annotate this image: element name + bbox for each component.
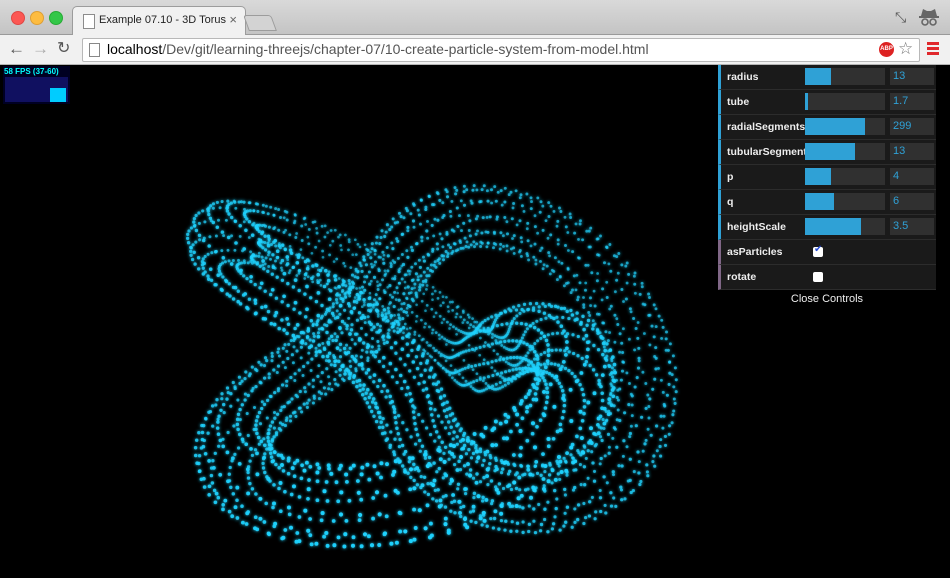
close-controls-button[interactable]: Close Controls [718, 290, 936, 310]
browser-tab[interactable]: Example 07.10 - 3D Torus × [72, 6, 246, 35]
radialsegments-slider[interactable] [805, 118, 885, 135]
control-row-asparticles: asParticles [718, 240, 936, 265]
radius-slider[interactable] [805, 68, 885, 85]
control-label: rotate [727, 271, 757, 283]
incognito-icon [919, 9, 939, 26]
tube-value-input[interactable]: 1.7 [890, 93, 934, 110]
page-icon [83, 14, 95, 29]
rotate-checkbox[interactable] [813, 272, 823, 282]
control-row-tube: tube 1.7 [718, 90, 936, 115]
control-row-radius: radius 13 [718, 65, 936, 90]
slider-fill [805, 143, 856, 160]
slider-fill [805, 193, 834, 210]
control-label: p [727, 171, 734, 183]
control-label: radialSegments [727, 121, 806, 133]
new-tab-button[interactable] [243, 15, 277, 31]
control-label: radius [727, 71, 759, 83]
p-slider[interactable] [805, 168, 885, 185]
tube-slider[interactable] [805, 93, 885, 110]
tab-close-icon[interactable]: × [229, 12, 237, 27]
control-label: heightScale [727, 221, 786, 233]
radialsegments-value-input[interactable]: 299 [890, 118, 934, 135]
fps-readout: 58 FPS (37-60) [4, 67, 59, 76]
url-path: /Dev/git/learning-threejs/chapter-07/10-… [162, 41, 649, 57]
slider-fill [805, 168, 832, 185]
forward-arrow-icon[interactable]: → [32, 39, 49, 59]
particle-cloud [185, 184, 678, 549]
zoom-window-button[interactable] [49, 11, 63, 25]
tubularsegments-value-input[interactable]: 13 [890, 143, 934, 160]
back-arrow-icon[interactable]: ← [8, 39, 25, 59]
exit-fullscreen-icon[interactable]: ⤡ [895, 9, 906, 26]
address-bar[interactable]: localhost/Dev/git/learning-threejs/chapt… [82, 38, 920, 62]
control-label: tubularSegments [727, 146, 813, 158]
fps-graph [5, 77, 68, 102]
tubularsegments-slider[interactable] [805, 143, 885, 160]
asparticles-checkbox[interactable] [813, 244, 823, 257]
url-host: localhost [107, 41, 163, 57]
close-window-button[interactable] [11, 11, 25, 25]
q-value-input[interactable]: 6 [890, 193, 934, 210]
fps-graph-bars [50, 88, 66, 102]
minimize-window-button[interactable] [30, 11, 44, 25]
slider-fill [805, 218, 861, 235]
page-icon [89, 43, 100, 57]
slider-fill [805, 93, 809, 110]
q-slider[interactable] [805, 193, 885, 210]
p-value-input[interactable]: 4 [890, 168, 934, 185]
heightscale-value-input[interactable]: 3.5 [890, 218, 934, 235]
heightscale-slider[interactable] [805, 218, 885, 235]
url-text[interactable]: localhost/Dev/git/learning-threejs/chapt… [107, 41, 649, 57]
adblock-icon[interactable]: ABP [879, 42, 894, 57]
reload-icon[interactable]: ↻ [57, 39, 70, 59]
control-row-p: p4 [718, 165, 936, 190]
control-row-radialsegments: radialSegments 299 [718, 115, 936, 140]
bookmark-star-icon[interactable]: ☆ [898, 39, 913, 59]
fps-stats-panel[interactable]: 58 FPS (37-60) [3, 66, 70, 104]
control-row-heightscale: heightScale 3.5 [718, 215, 936, 240]
browser-titlebar: Example 07.10 - 3D Torus × ⤡ [0, 0, 950, 35]
control-label: q [727, 196, 734, 208]
tab-title: Example 07.10 - 3D Torus [99, 14, 226, 26]
browser-toolbar: ← → ↻ localhost/Dev/git/learning-threejs… [0, 35, 950, 65]
chrome-menu-icon[interactable] [927, 42, 939, 57]
control-row-rotate: rotate [718, 265, 936, 290]
control-label: tube [727, 96, 750, 108]
control-label: asParticles [727, 246, 783, 258]
controls-panel: radius 13 tube 1.7 radialSegments 299 tubularS… [718, 65, 936, 310]
control-row-tubularsegments: tubularSegments 13 [718, 140, 936, 165]
slider-fill [805, 118, 865, 135]
radius-value-input[interactable]: 13 [890, 68, 934, 85]
control-row-q: q6 [718, 190, 936, 215]
slider-fill [805, 68, 831, 85]
